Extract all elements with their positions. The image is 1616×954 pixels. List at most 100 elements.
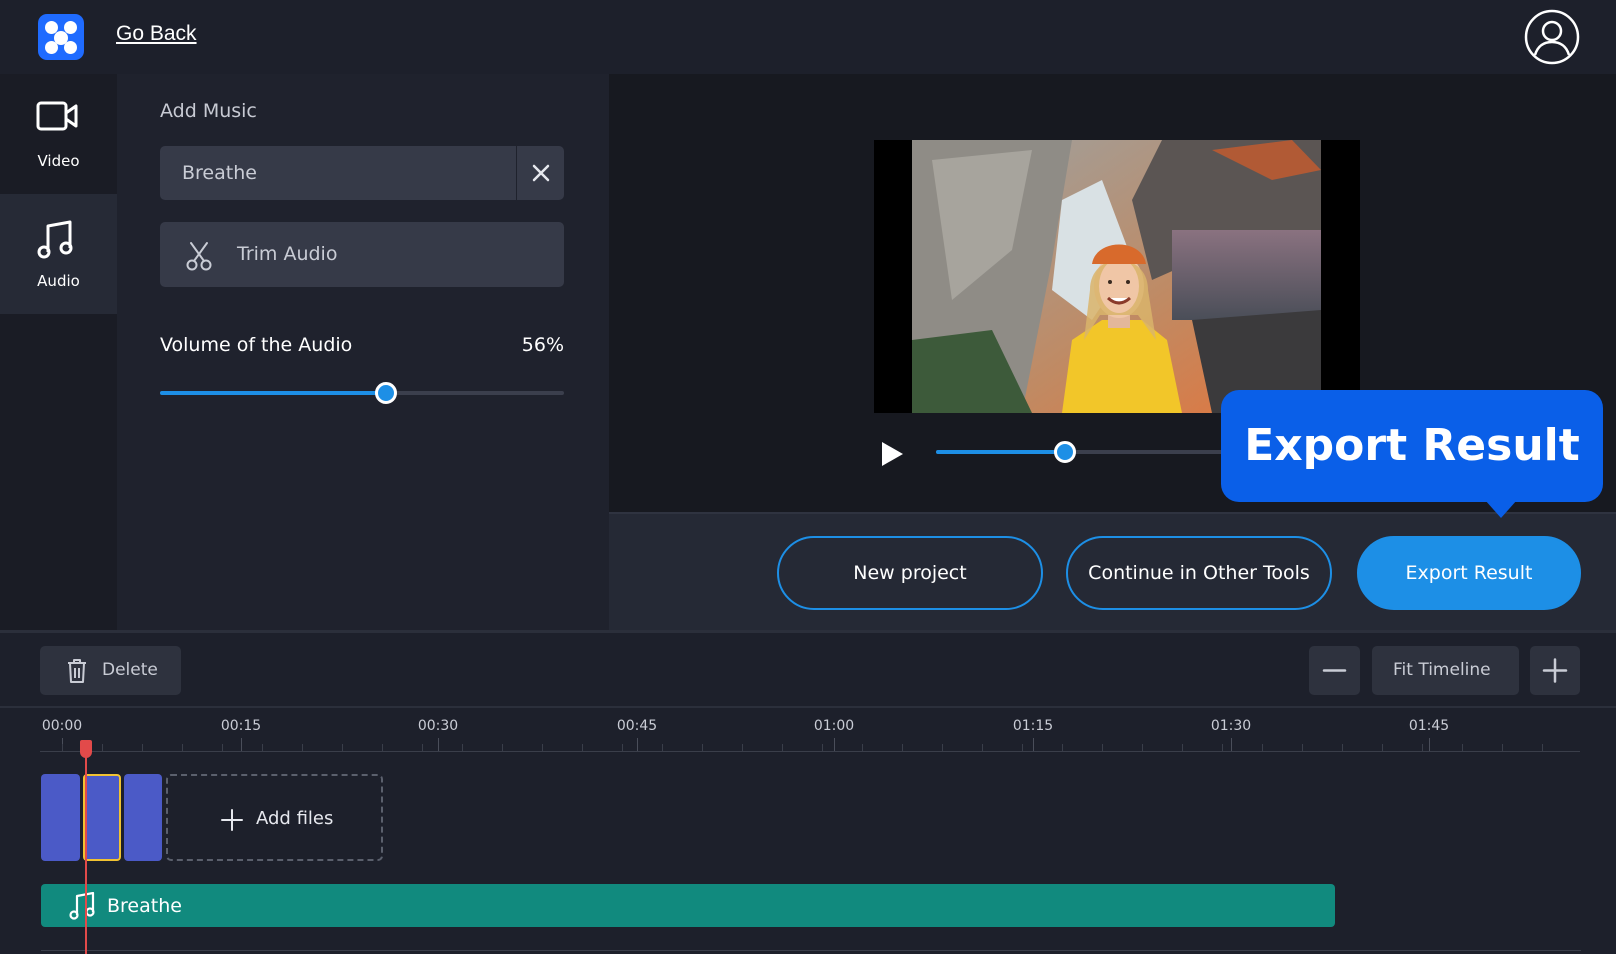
add-files-button[interactable]: Add files xyxy=(166,774,383,861)
user-account-icon[interactable] xyxy=(1524,9,1580,65)
seek-slider-fill xyxy=(936,450,1065,454)
plus-icon xyxy=(221,809,243,831)
ruler-minor-tick xyxy=(1502,744,1503,751)
minus-icon xyxy=(1322,669,1347,672)
action-bar: New project Continue in Other Tools Expo… xyxy=(609,512,1616,630)
ruler-minor-tick xyxy=(1262,744,1263,751)
ruler-minor-tick xyxy=(1422,744,1423,751)
trim-audio-button[interactable]: Trim Audio xyxy=(160,222,564,287)
video-clip-selected[interactable] xyxy=(83,774,121,861)
music-select-value: Breathe xyxy=(182,162,257,184)
ruler-minor-tick xyxy=(982,744,983,751)
ruler-minor-tick xyxy=(262,744,263,751)
video-frame-image xyxy=(912,140,1321,413)
ruler-minor-tick xyxy=(222,744,223,751)
panel-title: Add Music xyxy=(160,100,257,122)
ruler-minor-tick xyxy=(462,744,463,751)
ruler-minor-tick xyxy=(422,744,423,751)
ruler-minor-tick xyxy=(342,744,343,751)
ruler-minor-tick xyxy=(1142,744,1143,751)
zoom-out-button[interactable] xyxy=(1309,646,1360,695)
video-clip[interactable] xyxy=(41,774,80,861)
delete-label: Delete xyxy=(102,660,158,680)
fit-timeline-button[interactable]: Fit Timeline xyxy=(1372,646,1519,695)
music-select-field[interactable]: Breathe xyxy=(160,146,564,200)
ruler-tick-label: 00:30 xyxy=(417,718,459,734)
ruler-minor-tick xyxy=(1462,744,1463,751)
app-logo[interactable] xyxy=(38,14,84,60)
music-note-icon xyxy=(37,220,73,259)
continue-in-other-tools-button[interactable]: Continue in Other Tools xyxy=(1066,536,1332,610)
delete-button[interactable]: Delete xyxy=(40,646,181,695)
ruler-major-tick xyxy=(834,738,835,751)
zoom-in-button[interactable] xyxy=(1530,646,1580,695)
ruler-major-tick xyxy=(241,738,242,751)
ruler-tick-label: 00:15 xyxy=(220,718,262,734)
video-preview xyxy=(874,140,1360,413)
playback-seek-slider[interactable] xyxy=(936,441,1236,463)
ruler-minor-tick xyxy=(1062,744,1063,751)
ruler-minor-tick xyxy=(62,744,63,751)
ruler-tick-label: 01:30 xyxy=(1210,718,1252,734)
ruler-minor-tick xyxy=(1222,744,1223,751)
plus-icon xyxy=(1542,658,1568,683)
add-files-label: Add files xyxy=(256,808,334,829)
ruler-minor-tick xyxy=(622,744,623,751)
go-back-link[interactable]: Go Back xyxy=(116,22,197,46)
ruler-major-tick xyxy=(438,738,439,751)
volume-slider-thumb[interactable] xyxy=(375,382,398,404)
ruler-minor-tick xyxy=(702,744,703,751)
video-camera-icon xyxy=(36,101,78,131)
ruler-minor-tick xyxy=(1382,744,1383,751)
music-note-icon xyxy=(69,892,95,920)
audio-track[interactable]: Breathe xyxy=(41,884,1335,927)
volume-slider-fill xyxy=(160,391,387,395)
ruler-minor-tick xyxy=(302,744,303,751)
ruler-tick-label: 01:15 xyxy=(1012,718,1054,734)
ruler-minor-tick xyxy=(142,744,143,751)
ruler-tick-label: 00:00 xyxy=(41,718,83,734)
volume-slider[interactable] xyxy=(160,382,564,404)
ruler-minor-tick xyxy=(582,744,583,751)
volume-label: Volume of the Audio xyxy=(160,334,353,356)
ruler-tick-label: 00:45 xyxy=(616,718,658,734)
playhead-line xyxy=(85,745,87,954)
ruler-minor-tick xyxy=(542,744,543,751)
ruler-minor-tick xyxy=(1302,744,1303,751)
close-icon xyxy=(532,164,550,182)
sidebar-item-video[interactable]: Video xyxy=(0,74,117,194)
ruler-minor-tick xyxy=(942,744,943,751)
ruler-minor-tick xyxy=(382,744,383,751)
sidebar-item-audio[interactable]: Audio xyxy=(0,194,117,314)
play-icon[interactable] xyxy=(877,438,907,470)
export-result-button[interactable]: Export Result xyxy=(1357,536,1581,610)
seek-slider-thumb[interactable] xyxy=(1054,441,1076,463)
ruler-tick-label: 01:45 xyxy=(1408,718,1450,734)
export-tooltip: Export Result xyxy=(1221,390,1603,518)
export-tooltip-text: Export Result xyxy=(1244,420,1580,471)
clear-music-button[interactable] xyxy=(517,146,564,200)
trim-audio-label: Trim Audio xyxy=(237,243,338,265)
ruler-minor-tick xyxy=(182,744,183,751)
trash-icon xyxy=(68,659,86,683)
ruler-minor-tick xyxy=(502,744,503,751)
audio-track-label: Breathe xyxy=(107,895,182,917)
side-nav: Video Audio xyxy=(0,74,117,630)
sidebar-item-label: Audio xyxy=(37,272,80,290)
scissors-icon xyxy=(186,242,212,271)
timeline-toolbar: Delete Fit Timeline xyxy=(0,630,1616,708)
video-clip[interactable] xyxy=(124,774,162,861)
ruler-minor-tick xyxy=(902,744,903,751)
ruler-major-tick xyxy=(1033,738,1034,751)
ruler-major-tick xyxy=(1429,738,1430,751)
ruler-minor-tick xyxy=(1542,744,1543,751)
ruler-minor-tick xyxy=(822,744,823,751)
ruler-minor-tick xyxy=(1342,744,1343,751)
ruler-tick-label: 01:00 xyxy=(813,718,855,734)
playhead-handle[interactable] xyxy=(80,740,92,758)
new-project-button[interactable]: New project xyxy=(777,536,1043,610)
ruler-minor-tick xyxy=(102,744,103,751)
ruler-major-tick xyxy=(1231,738,1232,751)
ruler-baseline xyxy=(40,751,1580,752)
timeline-ruler[interactable]: 00:00 00:15 00:30 00:45 01:00 01:15 01:30 01:45 xyxy=(40,708,1580,753)
